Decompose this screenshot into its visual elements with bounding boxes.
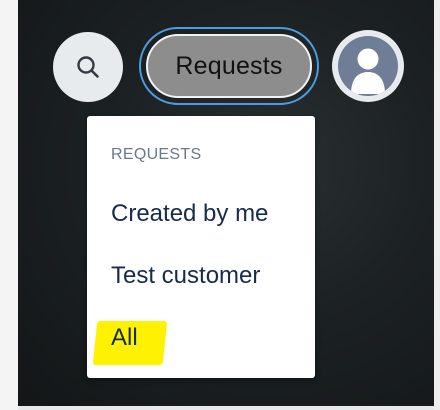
menu-item-test-customer[interactable]: Test customer [111, 262, 260, 290]
window-edge-right [434, 0, 440, 410]
search-icon [77, 56, 99, 78]
requests-button-label: Requests [175, 51, 283, 80]
app-frame: Requests REQUESTS Created by me Test cus… [0, 0, 440, 410]
window-edge-bottom [18, 406, 434, 410]
avatar [338, 36, 398, 96]
requests-menu-button[interactable]: Requests [139, 27, 319, 105]
window-edge-left [0, 0, 18, 410]
profile-button[interactable] [332, 30, 404, 102]
search-button[interactable] [53, 32, 123, 102]
requests-dropdown-menu: REQUESTS Created by me Test customer All [87, 116, 315, 378]
menu-item-all[interactable]: All [111, 324, 138, 352]
dropdown-section-title: REQUESTS [111, 146, 202, 163]
menu-item-created-by-me[interactable]: Created by me [111, 200, 268, 228]
requests-pill: Requests [146, 34, 312, 98]
user-avatar-icon [351, 48, 385, 94]
